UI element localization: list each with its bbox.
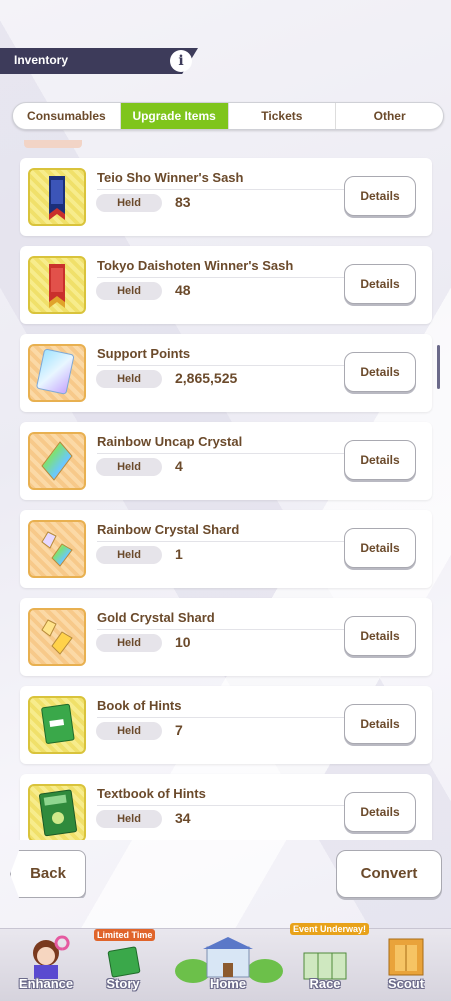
- held-count: 83: [175, 194, 191, 210]
- list-item: Gold Crystal Shard Held 10 Details: [20, 598, 432, 676]
- nav-label: Home: [209, 976, 247, 991]
- support-card-icon: [28, 344, 86, 402]
- held-count: 1: [175, 546, 183, 562]
- item-name: Rainbow Uncap Crystal: [97, 434, 243, 449]
- nav-label: Story: [106, 976, 140, 991]
- item-name: Rainbow Crystal Shard: [97, 522, 240, 537]
- divider: [97, 541, 347, 542]
- crystal-icon: [28, 432, 86, 490]
- details-button[interactable]: Details: [344, 792, 416, 832]
- item-name: Gold Crystal Shard: [97, 610, 215, 625]
- item-name: Teio Sho Winner's Sash: [97, 170, 244, 185]
- book-icon: [28, 696, 86, 754]
- divider: [97, 805, 347, 806]
- details-button[interactable]: Details: [344, 264, 416, 304]
- list-item: Support Points Held 2,865,525 Details: [20, 334, 432, 412]
- gate-icon: [388, 938, 424, 976]
- item-name: Support Points: [97, 346, 191, 361]
- list-item: Teio Sho Winner's Sash Held 83 Details: [20, 158, 432, 236]
- nav-scout[interactable]: Scout: [366, 929, 446, 1001]
- inventory-tabs: Consumables Upgrade Items Tickets Other: [12, 102, 444, 130]
- details-button[interactable]: Details: [344, 176, 416, 216]
- sash-icon: [28, 168, 86, 226]
- list-item: Tokyo Daishoten Winner's Sash Held 48 De…: [20, 246, 432, 324]
- item-name: Book of Hints: [97, 698, 182, 713]
- item-list[interactable]: Teio Sho Winner's Sash Held 83 Details T…: [12, 140, 440, 840]
- divider: [97, 189, 347, 190]
- held-label: Held: [96, 722, 162, 740]
- held-label: Held: [96, 634, 162, 652]
- tab-consumables[interactable]: Consumables: [13, 103, 121, 129]
- info-icon[interactable]: i: [170, 50, 192, 72]
- crystal-shard-icon: [28, 520, 86, 578]
- held-label: Held: [96, 810, 162, 828]
- divider: [97, 717, 347, 718]
- textbook-icon: [28, 784, 86, 840]
- details-button[interactable]: Details: [344, 352, 416, 392]
- held-label: Held: [96, 546, 162, 564]
- nav-enhance[interactable]: Enhance: [6, 929, 86, 1001]
- back-button[interactable]: Back: [10, 850, 86, 898]
- nav-story[interactable]: Limited Time Story: [88, 929, 158, 1001]
- nav-label: Enhance: [18, 976, 74, 991]
- convert-button[interactable]: Convert: [336, 850, 442, 898]
- book-icon: [107, 946, 141, 978]
- held-label: Held: [96, 370, 162, 388]
- held-label: Held: [96, 282, 162, 300]
- nav-label: Race: [309, 976, 341, 991]
- tab-other[interactable]: Other: [336, 103, 443, 129]
- list-item: Rainbow Uncap Crystal Held 4 Details: [20, 422, 432, 500]
- details-button[interactable]: Details: [344, 616, 416, 656]
- divider: [97, 453, 347, 454]
- bottom-nav: Enhance Limited Time Story Home Event Un…: [0, 923, 451, 1001]
- list-item: Book of Hints Held 7 Details: [20, 686, 432, 764]
- nav-race[interactable]: Event Underway! Race: [290, 923, 370, 1001]
- details-button[interactable]: Details: [344, 440, 416, 480]
- held-label: Held: [96, 458, 162, 476]
- partial-item-above: [24, 140, 82, 148]
- sash-icon: [28, 256, 86, 314]
- limited-time-badge: Limited Time: [94, 929, 156, 941]
- tab-upgrade-items[interactable]: Upgrade Items: [120, 103, 229, 129]
- list-item: Textbook of Hints Held 34 Details: [20, 774, 432, 840]
- event-underway-badge: Event Underway!: [290, 923, 370, 935]
- held-count: 48: [175, 282, 191, 298]
- page-header: Inventory: [0, 48, 198, 74]
- held-count: 7: [175, 722, 183, 738]
- item-name: Textbook of Hints: [97, 786, 206, 801]
- nav-home[interactable]: Home: [168, 929, 288, 1001]
- gold-shard-icon: [28, 608, 86, 666]
- list-scrollbar[interactable]: [437, 345, 440, 389]
- divider: [97, 629, 347, 630]
- character-icon: [33, 935, 70, 979]
- details-button[interactable]: Details: [344, 704, 416, 744]
- nav-label: Scout: [387, 976, 425, 991]
- details-button[interactable]: Details: [344, 528, 416, 568]
- held-count: 4: [175, 458, 183, 474]
- held-label: Held: [96, 194, 162, 212]
- divider: [97, 277, 347, 278]
- held-count: 34: [175, 810, 191, 826]
- page-title: Inventory: [14, 53, 69, 67]
- divider: [97, 365, 347, 366]
- held-count: 2,865,525: [175, 370, 238, 386]
- tab-tickets[interactable]: Tickets: [229, 103, 337, 129]
- list-item: Rainbow Crystal Shard Held 1 Details: [20, 510, 432, 588]
- item-name: Tokyo Daishoten Winner's Sash: [97, 258, 294, 273]
- held-count: 10: [175, 634, 191, 650]
